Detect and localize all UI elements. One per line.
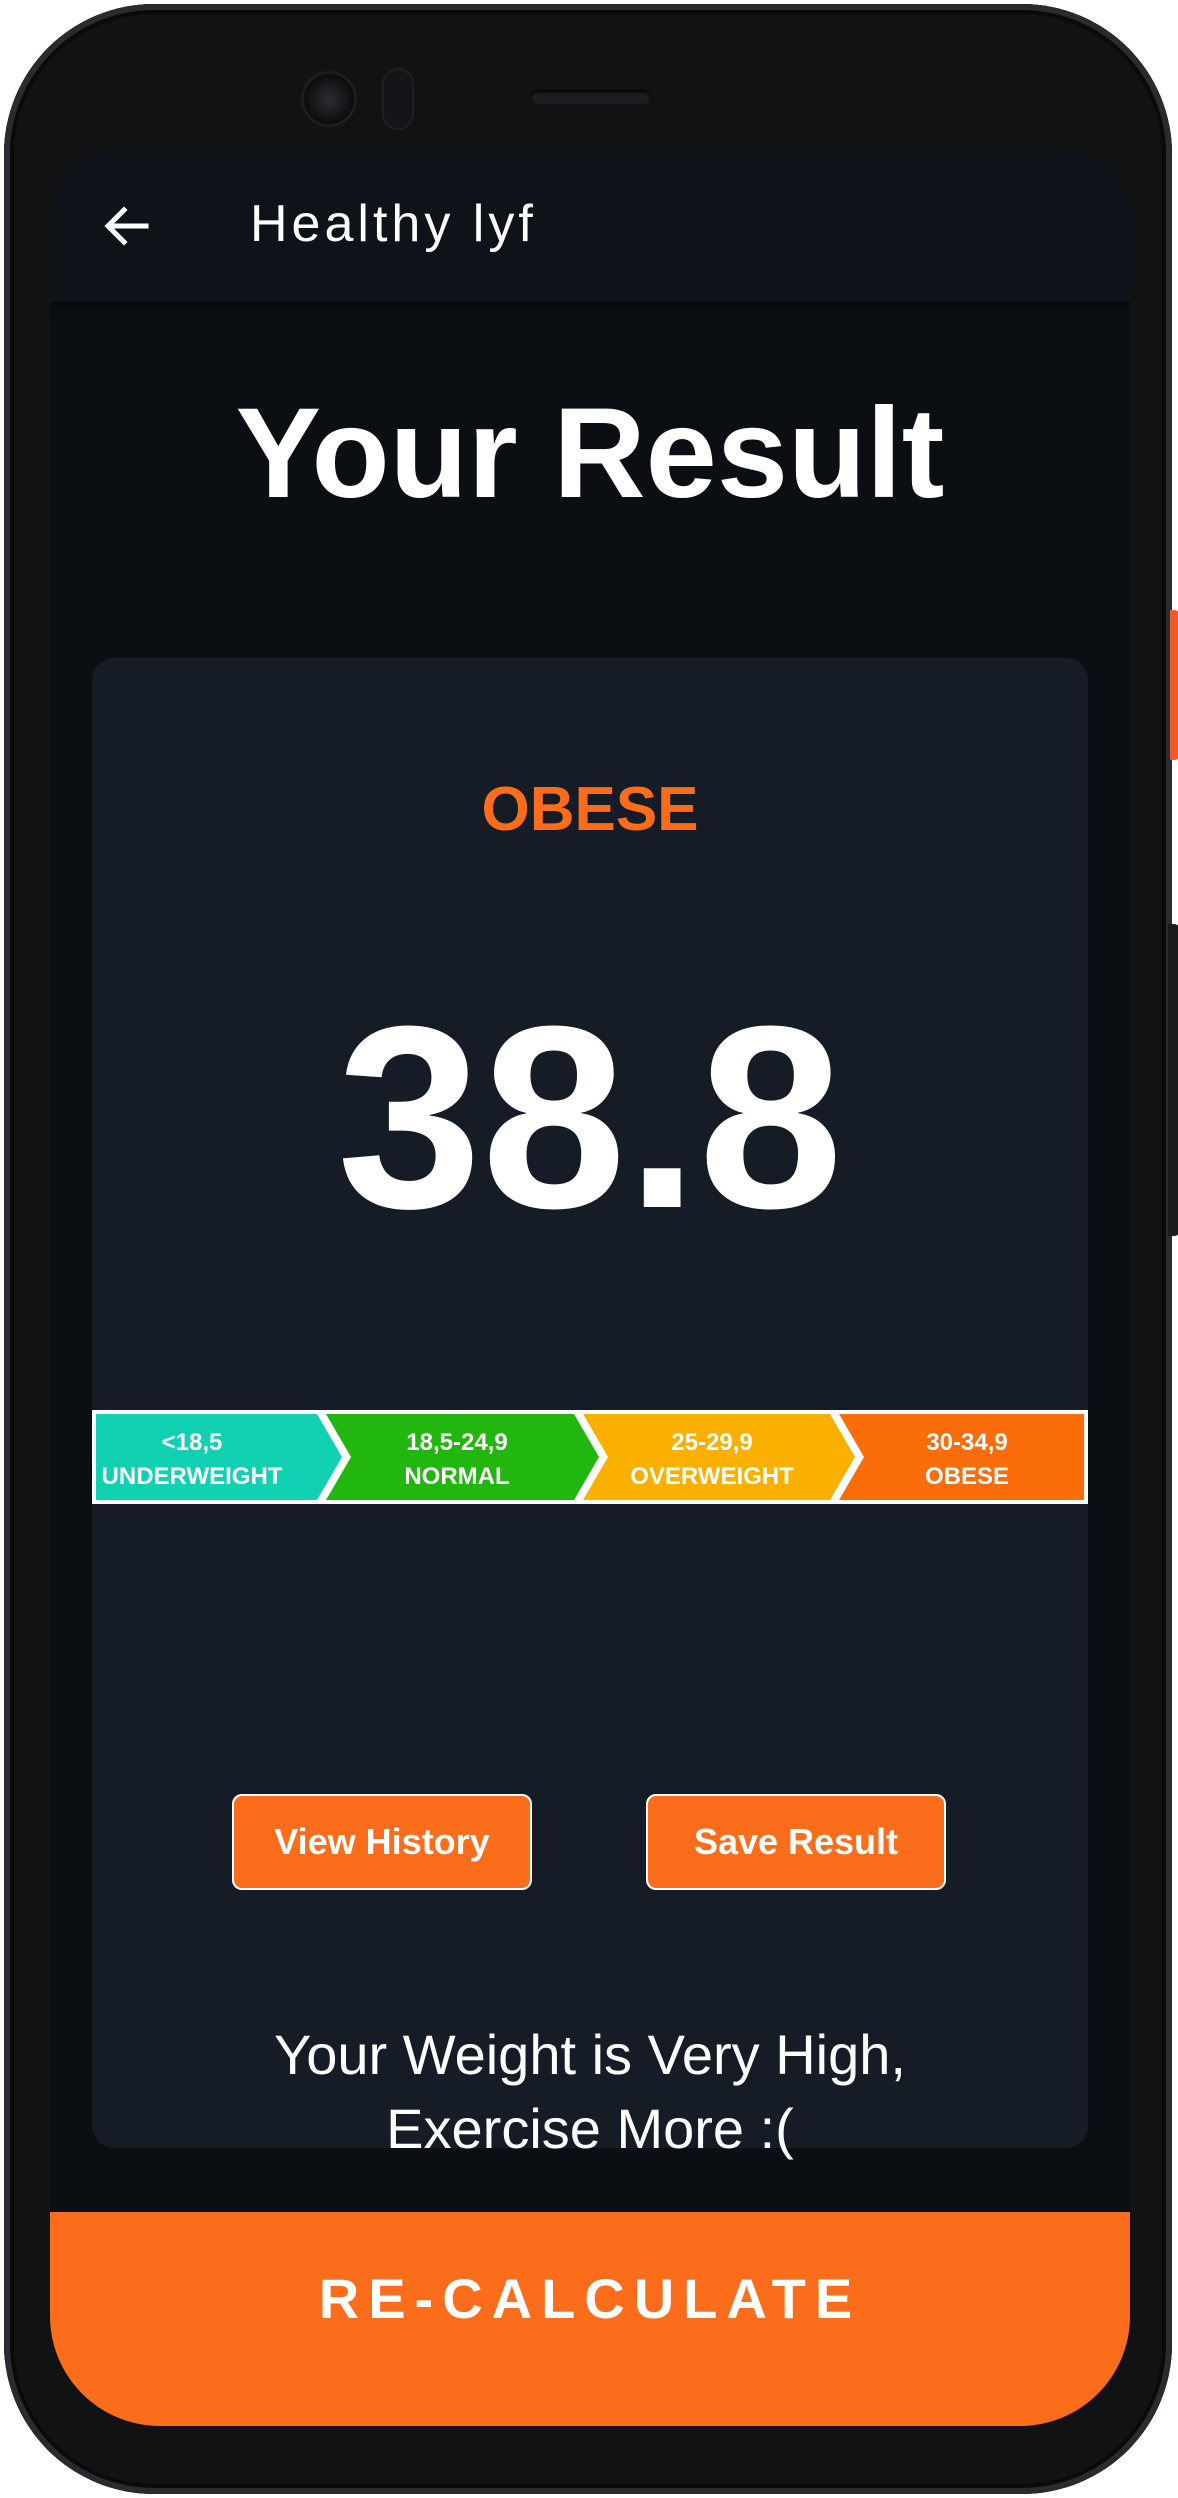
- app-bar: Healthy lyf: [50, 150, 1130, 302]
- recalculate-button[interactable]: RE-CALCULATE: [50, 2212, 1130, 2426]
- scale-label-overweight: OVERWEIGHT: [630, 1463, 794, 1490]
- earpiece-speaker: [531, 90, 651, 104]
- result-message: Your Weight is Very High, Exercise More …: [92, 2018, 1088, 2166]
- bmi-category: OBESE: [481, 775, 699, 844]
- scale-range-overweight: 25-29,9: [671, 1429, 752, 1456]
- result-message-line1: Your Weight is Very High,: [274, 2023, 906, 2086]
- app-title: Healthy lyf: [250, 195, 537, 253]
- result-card: OBESE 38.8 <18,5 UNDERWEIGHT 18,5-24,9 N…: [92, 658, 1088, 2160]
- arrow-left-icon[interactable]: [98, 198, 154, 254]
- save-result-button[interactable]: Save Result: [646, 1794, 946, 1890]
- scale-range-underweight: <18,5: [162, 1429, 223, 1456]
- scale-label-underweight: UNDERWEIGHT: [102, 1463, 283, 1490]
- bmi-value: 38.8: [336, 973, 844, 1263]
- view-history-button[interactable]: View History: [232, 1794, 532, 1890]
- phone-top-bezel: [4, 4, 1172, 154]
- scale-range-normal: 18,5-24,9: [406, 1429, 507, 1456]
- result-message-line2: Exercise More :(: [386, 2097, 794, 2160]
- scale-label-obese: OBESE: [925, 1463, 1009, 1490]
- scale-range-obese: 30-34,9: [926, 1429, 1007, 1456]
- proximity-sensor: [384, 70, 412, 128]
- front-camera: [304, 74, 354, 124]
- page-title: Your Result: [235, 382, 945, 525]
- phone-frame: Healthy lyf Your Result OBESE 38.8 <18,5…: [4, 4, 1178, 2494]
- bmi-scale: <18,5 UNDERWEIGHT 18,5-24,9 NORMAL 25-29…: [92, 1410, 1088, 1504]
- app-screen: Healthy lyf Your Result OBESE 38.8 <18,5…: [50, 150, 1130, 2426]
- volume-button: [1168, 924, 1178, 1236]
- scale-label-normal: NORMAL: [404, 1463, 509, 1490]
- power-button: [1170, 610, 1178, 760]
